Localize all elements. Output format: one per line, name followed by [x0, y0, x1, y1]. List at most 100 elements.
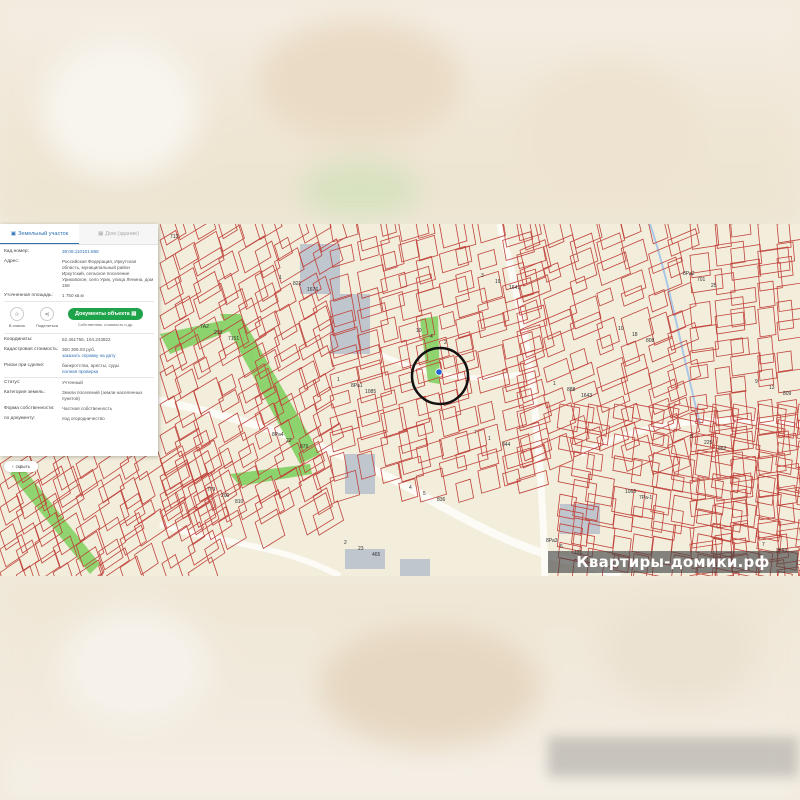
parcel-number-label: 1643	[581, 393, 592, 399]
parcel-number-label: 3	[481, 273, 484, 279]
tab-land-parcel[interactable]: ▣ Земельный участок	[0, 224, 79, 244]
parcel-number-label: 4	[409, 485, 412, 491]
blurred-background-top	[0, 0, 800, 224]
parcel-boundary	[98, 538, 124, 571]
parcel-boundary	[543, 308, 575, 340]
parcel-boundary	[689, 364, 709, 381]
field-status: Статус: Учтенный	[4, 380, 83, 385]
parcel-number-label: 836	[437, 497, 446, 503]
parcel-boundary	[398, 265, 432, 289]
action-bar: ☆ В список ⋖ Поделиться Документы объект…	[0, 304, 158, 331]
parcel-boundary	[254, 224, 283, 241]
parcel-boundary	[380, 224, 397, 237]
field-area: Уточненная площадь: 1 750 кв.м	[4, 293, 84, 298]
parcel-number-label: 25	[711, 283, 717, 289]
parcel-boundary	[415, 234, 439, 262]
parcel-boundary	[650, 504, 684, 535]
parcel-number-label: 821	[293, 281, 302, 287]
parcel-boundary	[714, 337, 744, 358]
hide-panel-button[interactable]: ‹ скрыть	[4, 461, 38, 472]
parcel-number-label: 809	[783, 391, 792, 397]
parcel-icon: ▣	[10, 230, 17, 237]
parcel-boundary	[596, 316, 620, 350]
parcel-boundary	[630, 457, 660, 488]
parcel-boundary	[776, 368, 800, 394]
parcel-number-label: 23	[358, 546, 364, 552]
parcel-number-label: 2	[444, 340, 447, 346]
parcel-boundary	[694, 449, 713, 478]
parcel-boundary	[398, 288, 423, 322]
tab-building[interactable]: ▦ Дом (здание)	[79, 224, 158, 244]
parcel-boundary	[620, 238, 649, 270]
documents-button-wrap: Документы объекта ▤ Собственник, стоимос…	[68, 308, 144, 327]
parcel-boundary	[757, 224, 792, 253]
parcel-boundary	[631, 505, 665, 533]
parcel-boundary	[730, 352, 763, 377]
parcel-boundary	[776, 350, 793, 373]
parcel-boundary	[557, 465, 591, 489]
parcel-boundary	[357, 235, 380, 261]
parcel-boundary	[312, 500, 345, 536]
parcel-boundary	[119, 524, 147, 556]
parcel-boundary	[218, 224, 245, 253]
parcel-number-label: 8Ра3	[546, 538, 558, 544]
parcel-number-label: 1085	[365, 389, 376, 395]
parcel-number-label: 5	[423, 491, 426, 497]
parcel-boundary	[689, 224, 720, 250]
field-address: Адрес: Российская Федерация, Иркутская о…	[4, 259, 154, 288]
parcel-number-label: 7А2	[200, 324, 209, 330]
parcel-boundary	[757, 306, 777, 338]
parcel-boundary	[398, 437, 432, 476]
parcel-boundary	[651, 432, 670, 449]
parcel-boundary	[159, 254, 182, 290]
parcel-boundary	[556, 403, 581, 433]
chevron-icon: ‹	[12, 464, 14, 469]
parcel-boundary	[238, 442, 259, 469]
share-icon: ⋖	[40, 307, 54, 321]
documents-button[interactable]: Документы объекта ▤	[68, 308, 144, 320]
parcel-boundary	[98, 489, 130, 532]
parcel-boundary	[455, 224, 477, 250]
parcel-boundary	[730, 224, 752, 238]
parcel-boundary	[569, 247, 598, 284]
parcel-boundary	[730, 472, 754, 500]
parcel-boundary	[415, 439, 444, 464]
parcel-boundary	[714, 366, 732, 394]
parcel-number-label: 225	[704, 440, 713, 446]
parcel-boundary	[612, 513, 634, 533]
parcel-boundary	[174, 241, 200, 271]
parcel-boundary	[543, 357, 571, 383]
parcel-number-label: 1	[337, 377, 340, 383]
parcel-number-label: 19	[495, 279, 501, 285]
order-certificate-link[interactable]: заказать справку на дату	[62, 353, 154, 359]
parcel-boundary	[620, 353, 648, 378]
parcel-boundary	[15, 565, 34, 576]
parcel-number-label: 1	[488, 436, 491, 442]
parcel-number-label: 8Ра1	[351, 383, 363, 389]
parcel-boundary	[380, 406, 408, 439]
parcel-boundary	[543, 262, 562, 283]
parcel-info-panel: ▣ Земельный участок ▦ Дом (здание) Кад.н…	[0, 224, 158, 456]
parcel-boundary	[795, 519, 800, 549]
parcel-number-label: 13	[769, 385, 775, 391]
parcel-boundary	[415, 286, 444, 312]
parcel-boundary	[776, 224, 800, 244]
parcel-boundary	[648, 289, 669, 313]
parcel-boundary	[477, 464, 501, 494]
parcel-boundary	[380, 389, 398, 409]
parcel-boundary	[398, 224, 430, 243]
share-button[interactable]: ⋖ Поделиться	[34, 307, 60, 328]
parcel-boundary	[0, 523, 20, 551]
full-check-link[interactable]: полная проверка	[62, 369, 154, 375]
parcel-boundary	[776, 255, 794, 278]
parcel-boundary	[438, 310, 456, 330]
star-icon: ☆	[10, 307, 24, 321]
parcel-boundary	[543, 432, 573, 471]
parcel-boundary	[415, 392, 443, 417]
parcel-number-label: 879	[300, 444, 309, 450]
add-to-list-button[interactable]: ☆ В список	[4, 307, 30, 328]
cad-number-value[interactable]: 38:06:110101:868	[62, 249, 154, 255]
parcel-number-label: 6	[560, 544, 563, 550]
parcel-boundary	[380, 316, 399, 343]
parcel-number-label: 1	[279, 275, 282, 281]
